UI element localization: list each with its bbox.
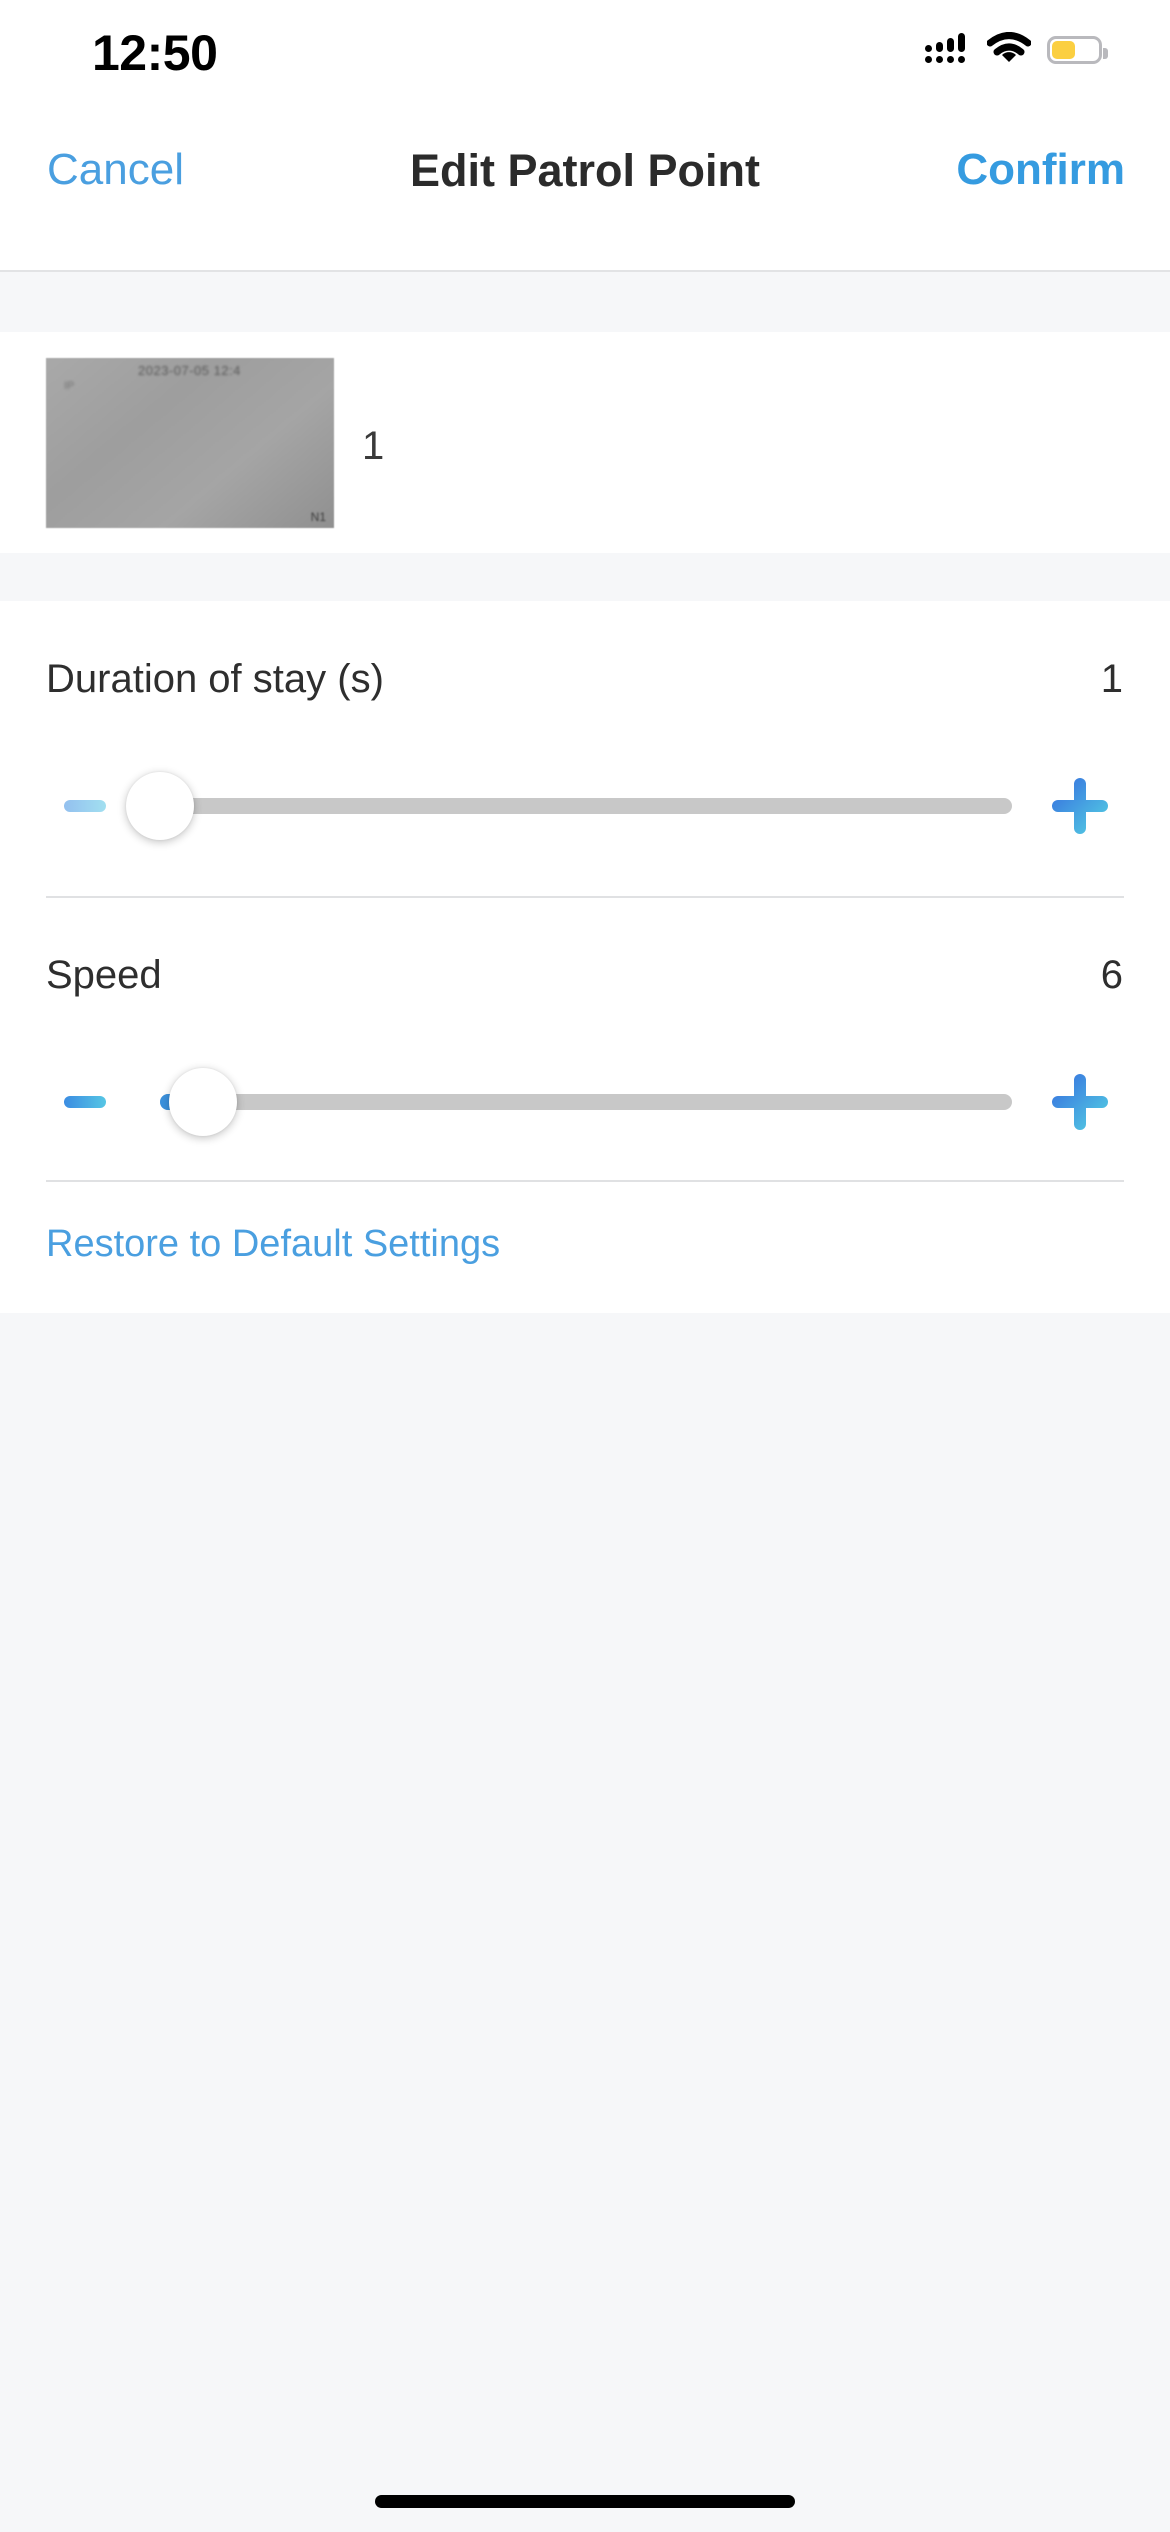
duration-of-stay-label: Duration of stay (s) [46, 657, 384, 701]
status-bar: 12:50 [0, 0, 1170, 98]
duration-of-stay-stepper [0, 746, 1170, 866]
navigation-bar: Cancel Edit Patrol Point Confirm [0, 98, 1170, 272]
duration-slider-thumb[interactable] [126, 772, 194, 840]
duration-decrease-button[interactable] [64, 800, 106, 812]
settings-card: Duration of stay (s) 1 Speed 6 Restore t… [0, 601, 1170, 1313]
speed-value: 6 [1100, 953, 1123, 997]
speed-slider-thumb[interactable] [168, 1068, 237, 1136]
speed-stepper [0, 1042, 1170, 1162]
duration-increase-button[interactable] [1052, 778, 1108, 834]
patrol-point-number: 1 [362, 424, 385, 468]
speed-label: Speed [46, 953, 162, 997]
duration-of-stay-value: 1 [1100, 657, 1123, 701]
cellular-signal-icon [925, 32, 971, 69]
patrol-point-thumbnail[interactable]: 2023-07-05 12:4 IP N1 [46, 358, 334, 528]
patrol-point-preview-card: 2023-07-05 12:4 IP N1 1 [0, 332, 1170, 553]
section-gap-top [0, 274, 1170, 332]
battery-fill [1052, 41, 1076, 59]
home-indicator[interactable] [375, 2495, 795, 2508]
row-divider [46, 1180, 1124, 1182]
thumbnail-label-overlay: IP [64, 380, 75, 392]
speed-increase-button[interactable] [1052, 1074, 1108, 1130]
setting-row-speed: Speed 6 [0, 897, 1170, 1181]
setting-row-duration-of-stay: Duration of stay (s) 1 [0, 601, 1170, 897]
section-gap-middle [0, 553, 1170, 601]
phone-screen: 12:50 Cancel Edit Patrol Point Confirm 2… [0, 0, 1170, 2532]
speed-slider-track [160, 1094, 1012, 1110]
duration-slider-track [160, 798, 1012, 814]
thumbnail-corner-overlay: N1 [310, 510, 326, 524]
thumbnail-timestamp-overlay: 2023-07-05 12:4 [138, 363, 241, 378]
duration-slider[interactable] [126, 772, 1012, 840]
status-bar-indicators [925, 28, 1108, 72]
battery-icon [1047, 36, 1108, 64]
page-background [0, 1313, 1170, 2532]
wifi-icon [986, 31, 1032, 69]
speed-decrease-button[interactable] [64, 1096, 106, 1108]
restore-defaults-button[interactable]: Restore to Default Settings [46, 1225, 500, 1263]
confirm-button[interactable]: Confirm [956, 148, 1125, 192]
speed-slider[interactable] [160, 1068, 1012, 1136]
status-bar-time: 12:50 [92, 25, 218, 81]
